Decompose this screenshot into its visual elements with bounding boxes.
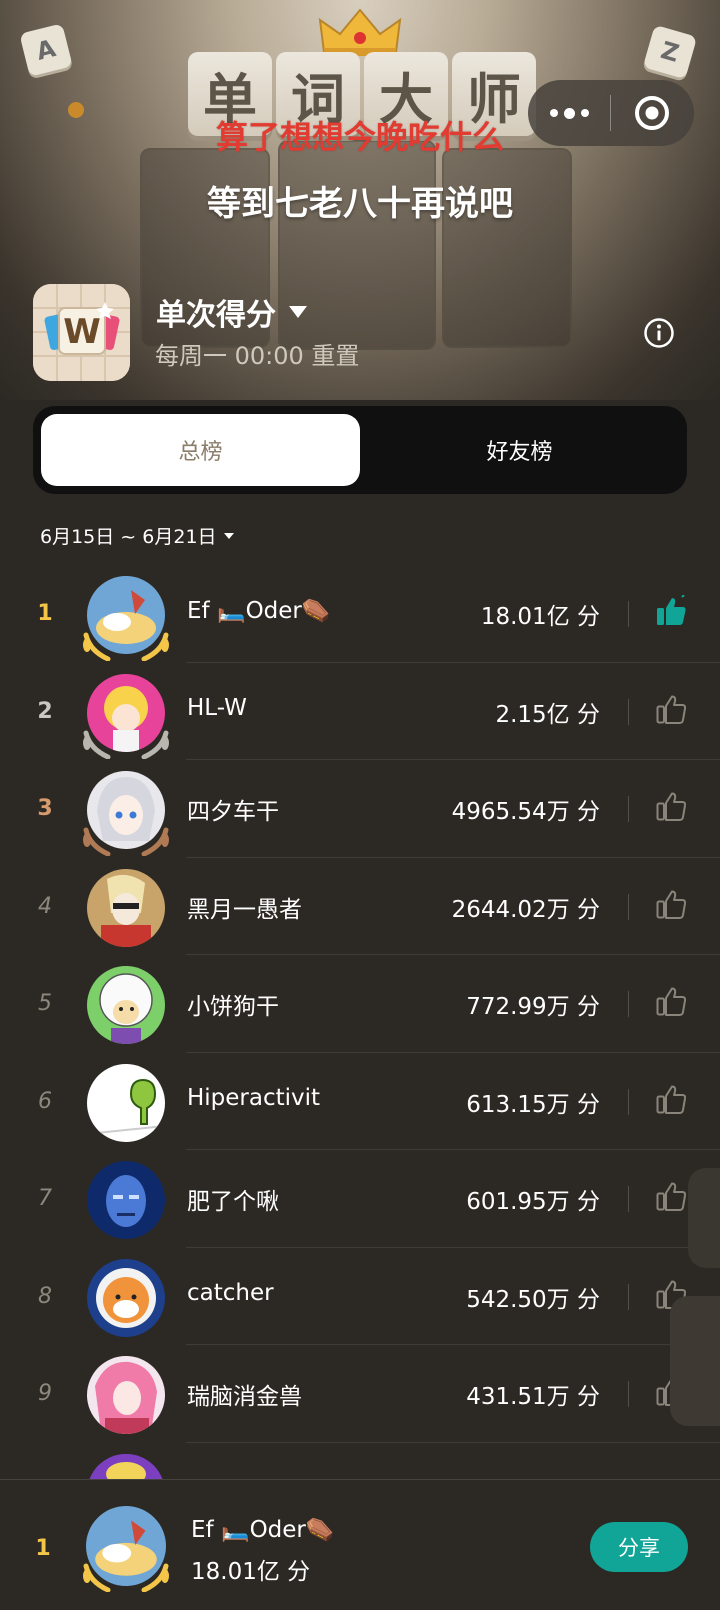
reset-schedule-text: 每周一 00:00 重置 xyxy=(155,342,360,370)
my-score: 18.01亿 分 xyxy=(191,1559,311,1585)
my-name: Ef 🛏️Oder⚰️ xyxy=(191,1517,335,1543)
player-name: 肥了个啾 xyxy=(187,1189,279,1215)
chevron-down-icon xyxy=(223,532,234,539)
divider xyxy=(628,1283,629,1310)
rank-number: 7 xyxy=(38,1186,52,1211)
divider xyxy=(628,893,629,920)
thumbs-up-icon[interactable] xyxy=(655,888,687,920)
player-name: 瑞脑消金兽 xyxy=(187,1384,302,1410)
rank-number: 6 xyxy=(38,1088,52,1114)
leaderboard-tabs: 总榜 好友榜 xyxy=(33,406,687,494)
player-name: 小饼狗干 xyxy=(187,994,279,1020)
player-score: 2644.02万 分 xyxy=(451,896,600,923)
thumbs-up-icon[interactable] xyxy=(655,985,687,1017)
thumbs-up-icon[interactable] xyxy=(655,1180,687,1212)
leaderboard-row[interactable]: 1 Ef 🛏️Oder⚰️ 18.01亿 分 xyxy=(0,565,720,663)
leaderboard-row[interactable] xyxy=(0,1443,720,1483)
avatar[interactable] xyxy=(87,1161,165,1239)
leaderboard-row[interactable]: 8 catcher 542.50万 分 xyxy=(0,1248,720,1345)
divider xyxy=(628,1186,629,1212)
gold-laurel-icon xyxy=(83,632,169,661)
target-icon[interactable] xyxy=(611,80,693,146)
divider xyxy=(628,1088,629,1115)
gold-laurel-icon xyxy=(83,1563,169,1592)
leaderboard-row[interactable]: 2 HL-W 2.15亿 分 xyxy=(0,663,720,760)
divider xyxy=(628,601,629,627)
avatar[interactable] xyxy=(87,1356,165,1434)
player-score: 542.50万 分 xyxy=(466,1286,600,1313)
player-score: 772.99万 分 xyxy=(466,994,600,1020)
leaderboard-row[interactable]: 4 黑月一愚者 2644.02万 分 xyxy=(0,858,720,955)
avatar[interactable] xyxy=(87,966,165,1044)
player-name: Hiperactivit xyxy=(187,1084,321,1111)
leaderboard-row[interactable]: 5 小饼狗干 772.99万 分 xyxy=(0,955,720,1053)
leaderboard-list: 1 Ef 🛏️Oder⚰️ 18.01亿 分 2 HL-W 2.15亿 分 3 … xyxy=(0,565,720,1483)
my-rank-number: 1 xyxy=(35,1536,51,1561)
player-score: 601.95万 分 xyxy=(466,1189,600,1215)
player-name: Ef 🛏️Oder⚰️ xyxy=(187,598,331,624)
more-icon[interactable] xyxy=(528,80,610,146)
floating-side-widget[interactable] xyxy=(688,1168,720,1268)
miniprogram-capsule xyxy=(528,80,694,146)
floating-side-widget[interactable] xyxy=(670,1296,720,1426)
letter-tile-z: Z xyxy=(642,24,698,80)
game-app-icon: W xyxy=(33,284,130,381)
thumbs-up-icon[interactable] xyxy=(655,693,687,725)
leaderboard-row[interactable]: 3 四夕车干 4965.54万 分 xyxy=(0,760,720,858)
thumbs-up-filled-icon[interactable] xyxy=(655,595,687,627)
letter-tile-a: A xyxy=(19,23,73,77)
avatar[interactable] xyxy=(87,1258,165,1337)
leaderboard-row[interactable]: 6 Hiperactivit 613.15万 分 xyxy=(0,1053,720,1150)
avatar[interactable] xyxy=(87,1063,165,1142)
date-range-label: 6月15日 ~ 6月21日 xyxy=(40,526,217,548)
avatar[interactable] xyxy=(87,868,165,947)
divider xyxy=(628,698,629,725)
slogan-line-2: 等到七老八十再说吧 xyxy=(207,184,513,224)
rank-number: 1 xyxy=(37,601,53,626)
crown-icon xyxy=(318,8,402,56)
rank-number: 4 xyxy=(38,893,52,919)
player-name: 黑月一愚者 xyxy=(187,896,302,923)
mode-title: 单次得分 xyxy=(156,298,276,333)
share-button[interactable]: 分享 xyxy=(590,1522,688,1572)
player-score: 613.15万 分 xyxy=(466,1091,600,1118)
player-score: 431.51万 分 xyxy=(466,1384,600,1410)
player-score: 18.01亿 分 xyxy=(480,604,600,630)
player-name: 四夕车干 xyxy=(187,799,279,825)
divider xyxy=(628,796,629,822)
player-score: 2.15亿 分 xyxy=(495,701,600,728)
rank-number: 8 xyxy=(38,1283,52,1309)
leaderboard-row[interactable]: 7 肥了个啾 601.95万 分 xyxy=(0,1150,720,1248)
leaderboard-row[interactable]: 9 瑞脑消金兽 431.51万 分 xyxy=(0,1345,720,1443)
bronze-laurel-icon xyxy=(83,827,169,856)
tab-friends[interactable]: 好友榜 xyxy=(360,414,679,486)
rank-number: 5 xyxy=(38,991,52,1016)
info-icon[interactable] xyxy=(643,317,675,349)
silver-laurel-icon xyxy=(83,730,169,759)
my-rank-bar: 1 Ef 🛏️Oder⚰️ 18.01亿 分 分享 xyxy=(0,1479,720,1610)
divider xyxy=(628,991,629,1017)
player-name: HL-W xyxy=(187,694,247,721)
divider xyxy=(628,1381,629,1407)
thumbs-up-icon[interactable] xyxy=(655,790,687,822)
thumbs-up-icon[interactable] xyxy=(655,1083,687,1115)
app-icon-letter: W xyxy=(63,312,101,352)
date-range-selector[interactable]: 6月15日 ~ 6月21日 xyxy=(40,522,235,549)
player-score: 4965.54万 分 xyxy=(451,799,600,825)
mode-selector[interactable]: 单次得分 xyxy=(156,290,308,334)
dropdown-arrow-icon xyxy=(289,306,307,318)
player-name: catcher xyxy=(187,1279,274,1306)
tab-overall[interactable]: 总榜 xyxy=(41,414,360,486)
rank-number: 9 xyxy=(38,1381,52,1406)
rank-number: 3 xyxy=(37,796,53,821)
rank-number: 2 xyxy=(37,698,53,724)
